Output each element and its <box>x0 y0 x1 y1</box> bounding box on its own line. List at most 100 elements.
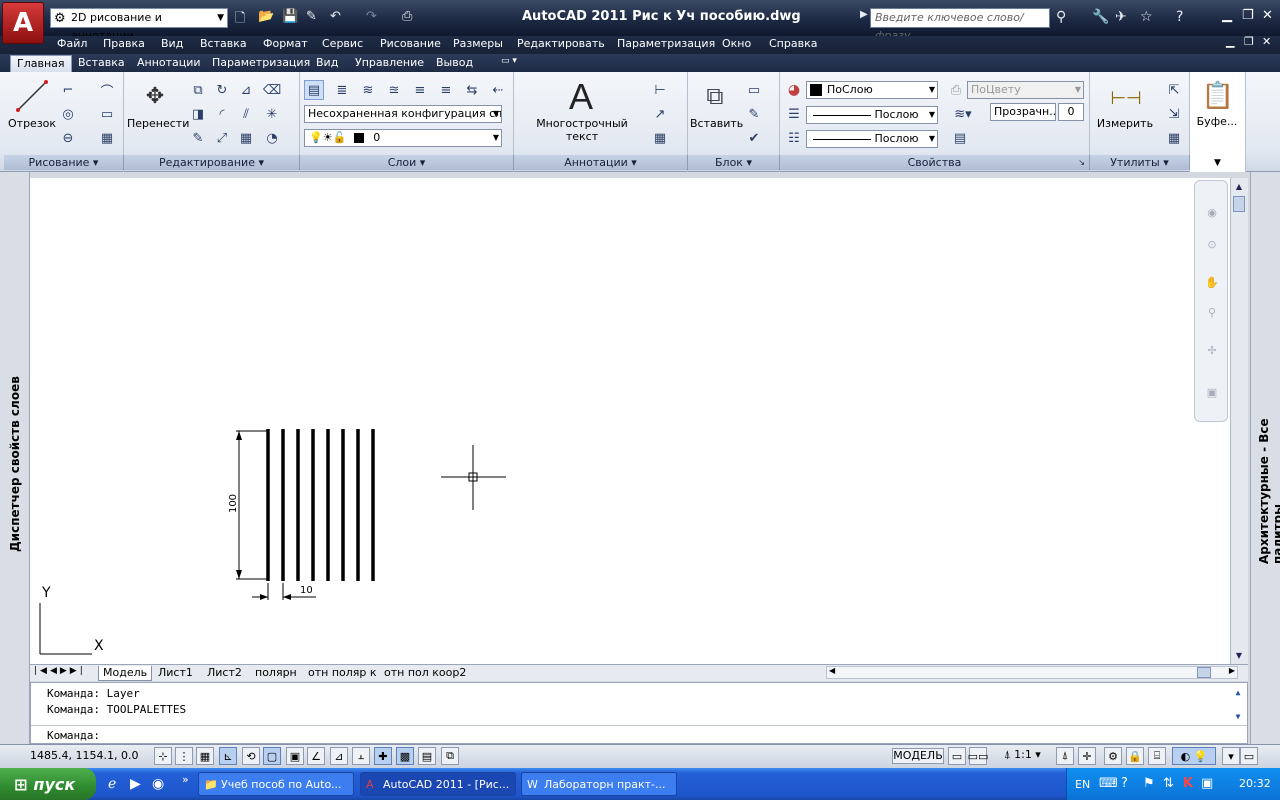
stretch-icon[interactable]: ✎ <box>188 128 208 148</box>
taskbar-item-autocad[interactable]: A AutoCAD 2011 - [Рис... <box>360 772 516 796</box>
erase-icon[interactable]: ⌫ <box>262 80 282 100</box>
menu-help[interactable]: Справка <box>769 37 817 50</box>
panel-title-layers[interactable]: Слои ▾ <box>300 155 514 170</box>
color-wheel-icon[interactable]: ◕ <box>784 80 804 100</box>
otrack-icon[interactable]: ∠ <box>307 747 325 765</box>
firefox-icon[interactable]: ◉ <box>152 776 164 792</box>
layer-match-icon[interactable]: ⇆ <box>462 80 482 100</box>
mirror-axis-icon[interactable]: ⫽ <box>236 104 256 124</box>
print-icon[interactable]: ⎙ <box>402 9 412 24</box>
panel-title-utilities[interactable]: Утилиты ▾ <box>1090 155 1190 170</box>
layout-tab-sheet2[interactable]: Лист2 <box>203 666 246 680</box>
help-tray-icon[interactable]: ? <box>1121 776 1128 791</box>
edit-block-icon[interactable]: ✎ <box>744 104 764 124</box>
panel-title-annotation[interactable]: Аннотации ▾ <box>514 155 688 170</box>
keyboard-icon[interactable]: ⌨ <box>1099 776 1118 791</box>
dimension-icon[interactable]: ⊢ <box>650 80 670 100</box>
layer-previous-icon[interactable]: ⇠ <box>488 80 508 100</box>
tab-parametric[interactable]: Параметризация <box>206 55 316 70</box>
tab-navigation-icons[interactable]: |◀◀▶▶| <box>34 666 86 676</box>
communication-icon[interactable]: ✈ <box>1115 9 1127 25</box>
layer-isolate-icon[interactable]: ≋ <box>358 80 378 100</box>
rotate-icon[interactable]: ↻ <box>212 80 232 100</box>
horizontal-scrollbar[interactable]: ◀ ▶ <box>826 666 1238 679</box>
selection-cycling-icon[interactable]: ⧉ <box>441 747 459 765</box>
workspace-selector[interactable]: ⚙ 2D рисование и аннотации ▼ <box>50 8 228 42</box>
copy-icon[interactable]: ⧉ <box>188 80 208 100</box>
parallel-lines[interactable] <box>266 429 375 581</box>
antivirus-icon[interactable]: K <box>1183 776 1193 791</box>
clock[interactable]: 20:32 <box>1239 777 1271 790</box>
linetype-dropdown[interactable]: Послою ▼ <box>806 130 938 148</box>
tab-output[interactable]: Вывод <box>430 55 479 70</box>
mirror-icon[interactable]: ◨ <box>188 104 208 124</box>
taskbar-item-folder[interactable]: 📁 Учеб пособ по Auto... <box>198 772 354 796</box>
osnap-icon[interactable]: ▢ <box>263 747 281 765</box>
clean-screen-icon[interactable]: ▭ <box>1240 747 1258 765</box>
right-palette[interactable]: Архитектурные - Все палитры <box>1250 172 1280 744</box>
flag-icon[interactable]: ⚑ <box>1143 776 1155 791</box>
drawing-svg[interactable] <box>30 178 1230 664</box>
polar-icon[interactable]: ⟲ <box>242 747 260 765</box>
linetype-icon[interactable]: ☷ <box>784 128 804 148</box>
search-input[interactable]: Введите ключевое слово/фразу <box>870 8 1050 42</box>
explode-icon[interactable]: ✳ <box>262 104 282 124</box>
lineweight-dropdown[interactable]: Послою ▼ <box>806 106 938 124</box>
layout-tab-rel-polar[interactable]: отн поляр к <box>304 666 381 680</box>
tool-palettes-title[interactable]: Архитектурные - Все палитры <box>1257 364 1280 564</box>
infer-constraints-icon[interactable]: ⊹ <box>154 747 172 765</box>
close-button[interactable]: ✕ <box>1262 8 1273 23</box>
favorites-icon[interactable]: ☆ <box>1140 9 1153 25</box>
minimize-button[interactable]: ▁ <box>1222 8 1232 23</box>
color-dropdown[interactable]: ПоСлою ▼ <box>806 81 938 99</box>
binoculars-icon[interactable]: ⚲ <box>1056 9 1066 25</box>
insert-label[interactable]: Вставить <box>690 117 743 130</box>
ducs-icon[interactable]: ⊿ <box>330 747 348 765</box>
annotation-scale[interactable]: ⍋ 1:1 ▾ <box>1004 748 1041 762</box>
command-prompt[interactable]: Команда: <box>47 729 100 742</box>
snap-icon[interactable]: ⋮ <box>175 747 193 765</box>
menu-modify[interactable]: Редактировать <box>517 37 605 50</box>
lock-icon[interactable]: 🔒 <box>1126 747 1144 765</box>
create-block-icon[interactable]: ▭ <box>744 80 764 100</box>
layer-state-dropdown[interactable]: Несохраненная конфигурация слоев ▼ <box>304 105 502 123</box>
mtext-label[interactable]: Многострочный текст <box>520 117 644 143</box>
scroll-down-icon[interactable]: ▼ <box>1232 648 1246 662</box>
transparency-value[interactable]: 0 <box>1058 103 1084 121</box>
hardware-accel-icon[interactable]: ⌸ <box>1148 747 1166 765</box>
save-icon[interactable]: 💾 <box>282 9 298 24</box>
menu-insert[interactable]: Вставка <box>200 37 247 50</box>
circle-icon[interactable]: ◎ <box>58 104 78 124</box>
annotation-visibility-icon[interactable]: ⍋ <box>1056 747 1074 765</box>
drawing-canvas[interactable]: 100 10 Y X ◉ ⊙ ✋ ⚲ ✢ ▣ <box>30 178 1230 664</box>
menu-edit[interactable]: Правка <box>103 37 145 50</box>
clipboard-label[interactable]: Буфе... <box>1194 115 1240 128</box>
menu-format[interactable]: Формат <box>263 37 308 50</box>
model-space-toggle[interactable]: МОДЕЛЬ <box>892 748 944 764</box>
line-tool-icon[interactable] <box>14 78 50 114</box>
steeringwheel-icon[interactable]: ◉ <box>1201 201 1223 223</box>
scale-icon[interactable]: ⤢ <box>212 128 232 148</box>
lineweight-icon[interactable]: ☰ <box>784 104 804 124</box>
fillet-icon[interactable]: ◜ <box>212 104 232 124</box>
doc-close-button[interactable]: ✕ <box>1262 35 1271 48</box>
move-label[interactable]: Перенести <box>127 117 189 130</box>
menu-tools[interactable]: Сервис <box>322 37 363 50</box>
leader-icon[interactable]: ↗ <box>650 104 670 124</box>
mtext-icon[interactable]: A <box>560 76 602 117</box>
menu-draw[interactable]: Рисование <box>380 37 441 50</box>
redo-icon[interactable]: ↷ <box>366 9 377 24</box>
match-properties-icon[interactable]: ▤ <box>950 128 970 148</box>
ie-icon[interactable]: ℯ <box>108 776 116 792</box>
menu-file[interactable]: Файл <box>57 37 87 50</box>
layer-off-icon[interactable]: ≡ <box>436 80 456 100</box>
left-palette[interactable]: Диспетчер свойств слоев <box>0 172 30 744</box>
plotstyle-dropdown[interactable]: ПоЦвету ▼ <box>967 81 1084 99</box>
doc-restore-button[interactable]: ❐ <box>1244 35 1254 48</box>
list-icon[interactable]: ≋▾ <box>946 104 980 124</box>
vertical-scrollbar[interactable]: ▲ ▼ <box>1230 178 1248 664</box>
rectangle-icon[interactable]: ▭ <box>97 104 117 124</box>
insert-block-icon[interactable]: ⧉ <box>698 80 732 112</box>
quick-properties-icon[interactable]: ▤ <box>418 747 436 765</box>
dimension-text-horizontal[interactable]: 10 <box>300 585 313 596</box>
